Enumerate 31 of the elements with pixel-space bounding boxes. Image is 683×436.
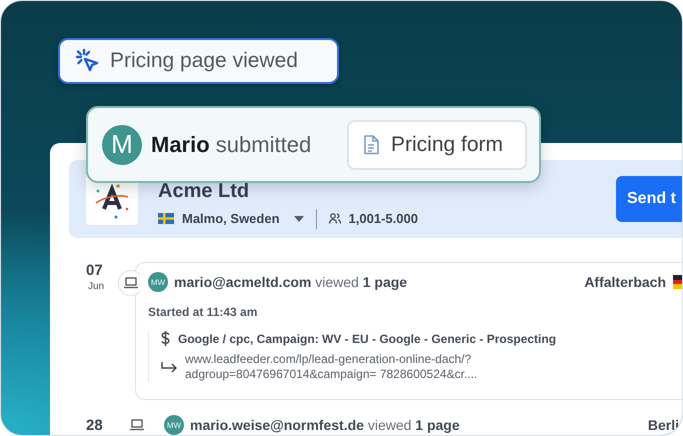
document-icon — [363, 134, 379, 154]
visit-summary: mario.weise@normfest.de viewed 1 page — [190, 417, 460, 433]
date-month: Jun — [88, 281, 104, 292]
dollar-icon — [161, 331, 170, 346]
date-day: 07 — [85, 262, 103, 279]
send-button[interactable]: Send t — [616, 176, 682, 222]
traffic-source: Google / cpc, Campaign: WV - EU - Google - Generic - Prospecting — [178, 332, 556, 346]
caret-icon[interactable] — [294, 216, 304, 222]
start-time: Started at 11:43 am — [148, 305, 258, 319]
form-name: Pricing form — [391, 132, 504, 156]
avatar: MW — [148, 272, 168, 292]
company-name: Acme Ltd — [158, 180, 250, 202]
laptop-icon — [124, 277, 138, 289]
date-day: 28 — [85, 416, 103, 434]
visit-card[interactable] — [135, 262, 682, 400]
avatar: MW — [164, 415, 184, 435]
company-location: Malmo, Sweden — [182, 211, 280, 226]
flag-icon — [158, 213, 174, 224]
visit-summary: mario@acmeltd.com viewed 1 page — [174, 274, 408, 290]
laptop-icon — [130, 419, 144, 431]
event-label: Pricing page viewed — [110, 49, 298, 73]
redirect-arrow-icon — [161, 362, 177, 372]
employee-count: 1,001-5.000 — [348, 211, 418, 226]
page-url[interactable]: www.leadfeeder.com/lp/lead-generation-online-dach/? adgroup=80476967014&campaign= 7828600524&cr.... — [185, 352, 478, 382]
flag-icon — [673, 275, 682, 289]
event-text: Mario submitted — [151, 132, 312, 158]
city-label: Affalterbach — [584, 274, 666, 290]
click-cursor-icon — [74, 48, 100, 74]
avatar: M — [102, 124, 142, 164]
city-label: Berli — [648, 417, 679, 433]
people-icon — [328, 213, 341, 224]
